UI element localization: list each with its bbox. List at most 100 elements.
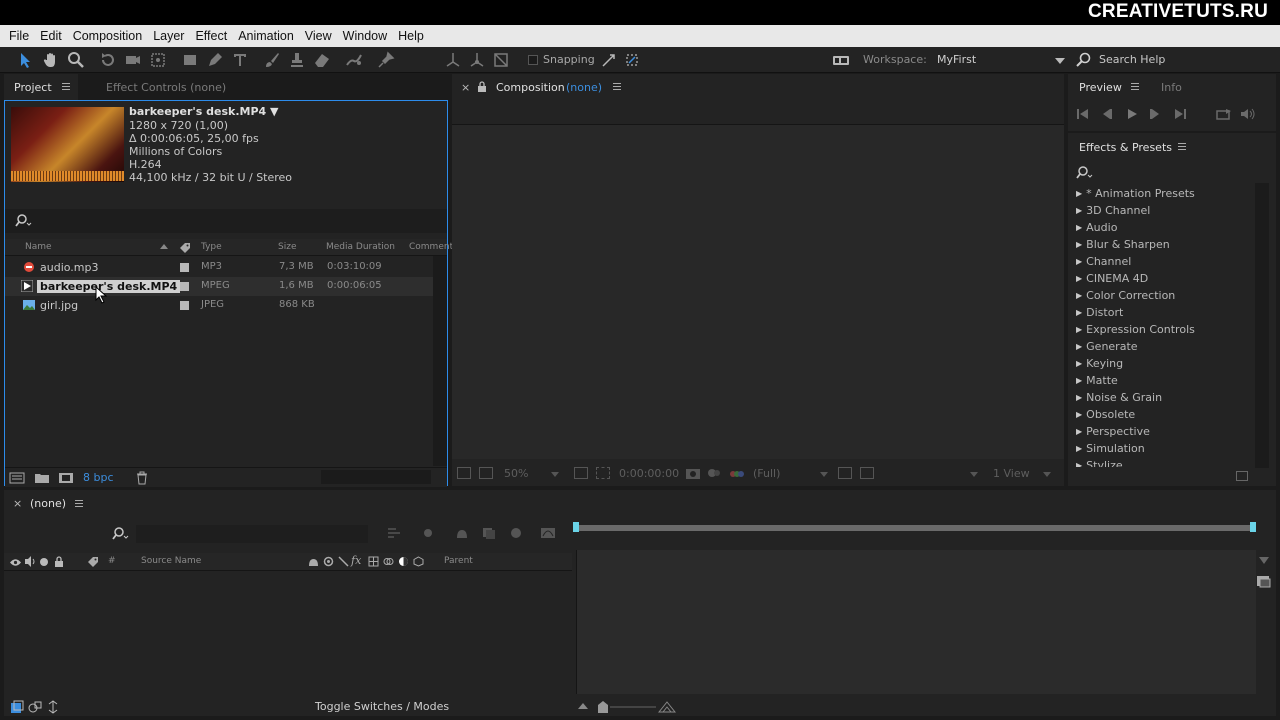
menu-view[interactable]: View xyxy=(300,29,337,43)
timeline-search-input[interactable] xyxy=(136,525,368,543)
work-area-end-handle[interactable] xyxy=(1250,522,1256,532)
tab-composition-label[interactable]: Composition xyxy=(496,81,565,94)
grid-icon[interactable] xyxy=(574,467,588,479)
clone-stamp-tool-icon[interactable] xyxy=(288,51,306,69)
file-row-barkeepers-desk[interactable]: barkeeper's desk.MP4 MPEG 1,6 MB 0:00:06… xyxy=(5,277,433,304)
column-comment[interactable]: Comment xyxy=(409,242,453,252)
region-of-interest-icon[interactable] xyxy=(596,467,610,479)
column-size[interactable]: Size xyxy=(278,242,296,252)
zoom-dropdown-arrow-icon[interactable] xyxy=(551,472,559,477)
zoom-in-icon[interactable] xyxy=(657,701,677,713)
current-time-display[interactable]: 0:00:00:00 xyxy=(619,467,679,480)
fx-category-expression-controls[interactable]: Expression Controls xyxy=(1076,323,1195,336)
type-tool-icon[interactable] xyxy=(231,51,249,69)
composition-menu-icon[interactable] xyxy=(613,83,621,90)
fx-category-blur-sharpen[interactable]: Blur & Sharpen xyxy=(1076,238,1170,251)
column-parent[interactable]: Parent xyxy=(444,556,473,566)
label-tag-icon[interactable] xyxy=(87,556,99,568)
frame-blend-switch-icon[interactable] xyxy=(368,556,379,567)
brush-tool-icon[interactable] xyxy=(263,51,281,69)
work-area-bar[interactable] xyxy=(576,525,1254,531)
transparency-grid-icon[interactable] xyxy=(860,467,874,479)
workspace-dropdown-arrow-icon[interactable] xyxy=(1055,58,1065,64)
fx-category-obsolete[interactable]: Obsolete xyxy=(1076,408,1135,421)
in-out-stretch-icon[interactable] xyxy=(46,700,60,714)
fx-category-animation-presets[interactable]: * Animation Presets xyxy=(1076,187,1195,200)
project-menu-icon[interactable] xyxy=(62,83,70,90)
new-composition-icon[interactable] xyxy=(58,471,74,485)
new-effect-preset-icon[interactable] xyxy=(1236,471,1248,481)
rotation-tool-icon[interactable] xyxy=(99,51,117,69)
lock-icon[interactable] xyxy=(54,556,64,567)
color-channels-icon[interactable] xyxy=(728,466,744,480)
zoom-slider-handle[interactable] xyxy=(598,701,608,713)
play-icon[interactable] xyxy=(1125,108,1139,120)
quality-switch-icon[interactable] xyxy=(338,556,349,567)
shy-switch-icon[interactable] xyxy=(308,556,319,567)
safe-zones-icon[interactable] xyxy=(479,467,493,479)
solo-icon[interactable] xyxy=(40,558,48,566)
column-name[interactable]: Name xyxy=(25,242,52,252)
previous-frame-icon[interactable] xyxy=(1100,108,1114,120)
fx-category-stylize[interactable]: Stylize xyxy=(1076,459,1122,467)
column-type[interactable]: Type xyxy=(201,242,222,252)
fx-category-audio[interactable]: Audio xyxy=(1076,221,1117,234)
fx-category-keying[interactable]: Keying xyxy=(1076,357,1123,370)
puppet-pin-tool-icon[interactable] xyxy=(377,51,395,69)
view-axis-icon[interactable] xyxy=(492,51,510,69)
camera-view-dropdown-arrow-icon[interactable] xyxy=(970,472,978,477)
menu-help[interactable]: Help xyxy=(393,29,429,43)
collapse-switch-icon[interactable] xyxy=(323,556,334,567)
eraser-tool-icon[interactable] xyxy=(313,51,331,69)
file-row-girl[interactable]: girl.jpg JPEG 868 KB xyxy=(5,296,433,315)
snap-edges-icon[interactable] xyxy=(600,51,618,69)
transfer-controls-icon[interactable] xyxy=(28,700,42,714)
next-frame-icon[interactable] xyxy=(1148,108,1162,120)
local-axis-icon[interactable] xyxy=(444,51,462,69)
show-snapshot-icon[interactable] xyxy=(706,466,722,480)
zoom-slider-track[interactable] xyxy=(610,706,656,708)
fx-category-channel[interactable]: Channel xyxy=(1076,255,1131,268)
fx-category-generate[interactable]: Generate xyxy=(1076,340,1137,353)
view-layout-dropdown[interactable]: 1 View xyxy=(993,467,1030,480)
fx-category-noise-grain[interactable]: Noise & Grain xyxy=(1076,391,1162,404)
last-frame-icon[interactable] xyxy=(1173,108,1187,120)
label-color[interactable] xyxy=(180,263,189,272)
time-ruler[interactable] xyxy=(573,520,1256,557)
close-icon[interactable]: × xyxy=(461,81,470,94)
effects-presets-title[interactable]: Effects & Presets xyxy=(1079,141,1172,154)
fx-category-perspective[interactable]: Perspective xyxy=(1076,425,1150,438)
magnification-icon[interactable] xyxy=(457,467,471,479)
menu-window[interactable]: Window xyxy=(338,29,392,43)
zoom-dropdown[interactable]: 50% xyxy=(504,467,528,480)
comp-button-icon[interactable] xyxy=(1256,574,1272,588)
fx-category-3d-channel[interactable]: 3D Channel xyxy=(1076,204,1150,217)
hand-tool-icon[interactable] xyxy=(42,51,60,69)
motion-blur-switch-icon[interactable] xyxy=(383,556,394,567)
project-search-row[interactable] xyxy=(5,209,447,233)
world-axis-icon[interactable] xyxy=(468,51,486,69)
eye-icon[interactable] xyxy=(10,557,21,566)
search-icon[interactable] xyxy=(1076,165,1094,181)
fx-switch-icon[interactable]: fx xyxy=(351,554,361,567)
view-layout-arrow-icon[interactable] xyxy=(1043,472,1051,477)
footage-name[interactable]: barkeeper's desk.MP4 ▼ xyxy=(129,105,279,118)
adjustment-layer-switch-icon[interactable] xyxy=(398,556,409,567)
menu-animation[interactable]: Animation xyxy=(233,29,299,43)
fast-previews-icon[interactable] xyxy=(838,467,852,479)
layer-switches-icon[interactable] xyxy=(10,700,24,714)
camera-snapshot-icon[interactable] xyxy=(685,466,701,480)
menu-effect[interactable]: Effect xyxy=(190,29,232,43)
draft-3d-icon[interactable] xyxy=(420,526,436,540)
label-color[interactable] xyxy=(180,282,189,291)
close-icon[interactable]: × xyxy=(13,497,22,510)
lock-icon[interactable] xyxy=(477,81,487,93)
layer-outline[interactable] xyxy=(4,550,572,694)
3d-layer-switch-icon[interactable] xyxy=(413,556,424,567)
comp-mini-flowchart-icon[interactable] xyxy=(386,526,402,540)
search-help-input[interactable]: Search Help xyxy=(1099,53,1165,66)
toggle-switches-modes-button[interactable]: Toggle Switches / Modes xyxy=(315,700,449,713)
timeline-track-area[interactable] xyxy=(576,550,1256,694)
selection-tool-icon[interactable] xyxy=(16,51,34,69)
fx-category-distort[interactable]: Distort xyxy=(1076,306,1123,319)
